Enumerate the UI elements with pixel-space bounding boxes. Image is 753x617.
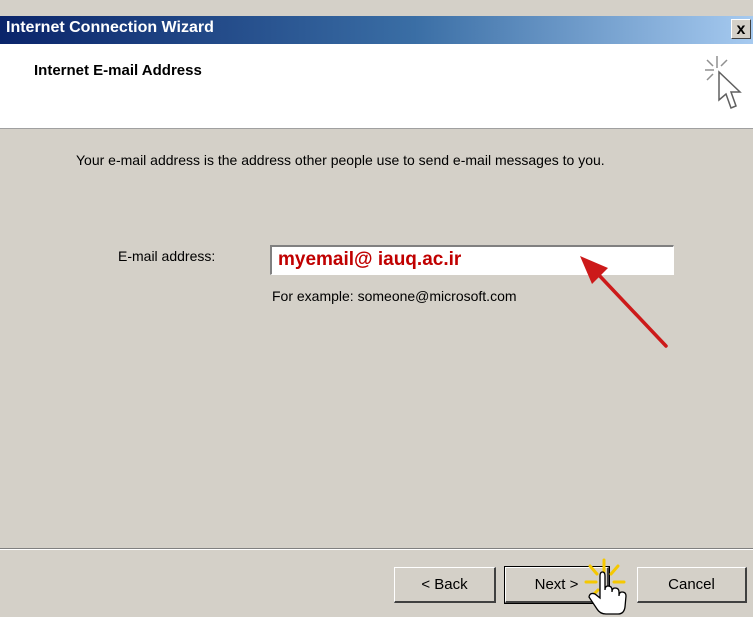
email-field[interactable]: myemail@ iauq.ac.ir	[270, 245, 674, 275]
wizard-header: Internet E-mail Address	[0, 44, 753, 129]
close-button[interactable]: x	[731, 19, 751, 39]
email-label: E-mail address:	[118, 248, 216, 264]
title-bar[interactable]: Internet Connection Wizard x	[0, 16, 753, 44]
button-separator	[0, 548, 753, 550]
wizard-window: Internet Connection Wizard x Internet E-…	[0, 0, 753, 617]
next-button[interactable]: Next >	[504, 566, 610, 604]
back-button[interactable]: < Back	[394, 567, 496, 603]
close-icon: x	[736, 21, 746, 38]
example-text: For example: someone@microsoft.com	[272, 288, 517, 304]
description-text: Your e-mail address is the address other…	[76, 152, 605, 168]
page-title: Internet E-mail Address	[34, 62, 202, 79]
window-title: Internet Connection Wizard	[6, 19, 214, 36]
wizard-cursor-icon	[705, 56, 742, 109]
cancel-button[interactable]: Cancel	[637, 567, 747, 603]
